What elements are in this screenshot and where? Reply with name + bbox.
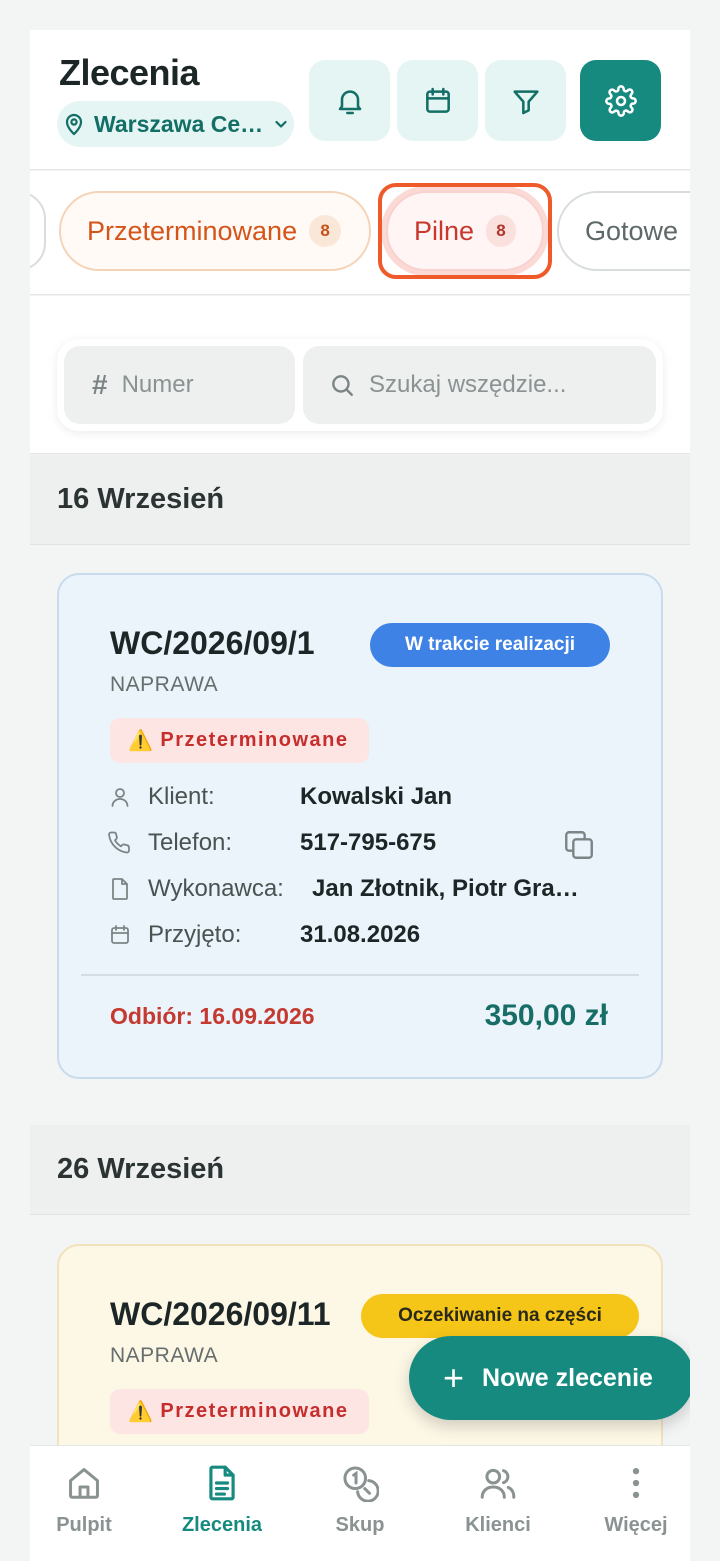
- warning-icon: ⚠️: [128, 1401, 155, 1423]
- client-label: Klient:: [148, 783, 215, 810]
- overdue-badge-label: Przeterminowane: [160, 1400, 349, 1422]
- number-input[interactable]: [121, 371, 272, 399]
- phone-label: Telefon:: [148, 829, 233, 856]
- location-label: Warszawa Ce…: [94, 110, 264, 137]
- nav-item-buyback[interactable]: Skup: [300, 1464, 420, 1537]
- nav-label: Zlecenia: [181, 1514, 263, 1536]
- order-price: 350,00 zł: [484, 999, 608, 1032]
- copy-icon[interactable]: [562, 828, 596, 862]
- settings-button[interactable]: [580, 60, 661, 141]
- received-value: 31.08.2026: [300, 921, 421, 948]
- search-section: #: [30, 296, 690, 454]
- phone-row: Telefon: 517-795-675: [108, 826, 628, 860]
- location-pin-icon: [65, 113, 83, 136]
- notifications-button[interactable]: [309, 60, 390, 141]
- overdue-badge: ⚠️ Przeterminowane: [110, 718, 369, 763]
- tab-overdue-count: 8: [309, 215, 342, 247]
- plus-icon: +: [443, 1357, 465, 1398]
- tab-ready-label: Gotowe: [585, 215, 679, 246]
- card-divider: [81, 974, 639, 976]
- tab-previous[interactable]: [30, 191, 46, 271]
- overdue-badge-label: Przeterminowane: [160, 729, 349, 751]
- nav-item-orders[interactable]: Zlecenia: [162, 1464, 282, 1537]
- nav-item-clients[interactable]: Klienci: [438, 1464, 558, 1537]
- search-bar: #: [57, 339, 663, 431]
- nav-item-dashboard[interactable]: Pulpit: [30, 1464, 144, 1537]
- new-order-label: Nowe zlecenie: [482, 1363, 653, 1392]
- more-vertical-icon: [632, 1467, 640, 1499]
- pickup-date: Odbiór: 16.09.2026: [110, 1003, 315, 1029]
- client-row: Klient: Kowalski Jan: [108, 780, 628, 814]
- tab-ready[interactable]: Gotowe: [557, 191, 690, 271]
- document-icon: [112, 878, 128, 900]
- client-value: Kowalski Jan: [300, 783, 453, 810]
- filter-button[interactable]: [485, 60, 566, 141]
- received-label: Przyjęto:: [148, 921, 242, 948]
- gear-icon: [604, 84, 637, 117]
- search-input[interactable]: [369, 371, 649, 399]
- worker-value: Jan Złotnik, Piotr Grabowski: [312, 875, 582, 902]
- calendar-icon: [111, 925, 129, 944]
- page-title: Zlecenia: [59, 52, 200, 93]
- nav-label: Klienci: [465, 1514, 531, 1536]
- app-screen: Zlecenia Warszawa Ce… Przeterminowane 8 …: [30, 30, 690, 1561]
- phone-value: 517-795-675: [300, 829, 437, 856]
- header: Zlecenia Warszawa Ce…: [30, 30, 690, 170]
- new-order-button[interactable]: + Nowe zlecenie: [409, 1336, 690, 1420]
- received-row: Przyjęto: 31.08.2026: [108, 918, 628, 952]
- search-icon: [332, 375, 353, 396]
- order-card[interactable]: WC/2026/09/1 W trakcie realizacji NAPRAW…: [57, 573, 663, 1079]
- date-header: 16 Wrzesień: [30, 455, 690, 545]
- chevron-down-icon: [275, 120, 287, 128]
- document-icon: [209, 1465, 235, 1501]
- hash-icon: #: [92, 369, 108, 400]
- tab-overdue-label: Przeterminowane: [87, 215, 298, 246]
- bottom-navigation: Pulpit Zlecenia Skup Klienci Więcej: [30, 1445, 690, 1561]
- number-field[interactable]: #: [64, 346, 295, 424]
- tab-overdue[interactable]: Przeterminowane 8: [59, 191, 371, 271]
- order-number: WC/2026/09/11: [110, 1296, 331, 1332]
- users-icon: [480, 1468, 516, 1499]
- user-icon: [111, 788, 129, 807]
- worker-label: Wykonawca:: [148, 875, 284, 902]
- overdue-badge: ⚠️ Przeterminowane: [110, 1389, 369, 1434]
- status-badge: W trakcie realizacji: [370, 623, 610, 667]
- calendar-button[interactable]: [397, 60, 478, 141]
- calendar-icon: [425, 87, 450, 113]
- search-field[interactable]: [303, 346, 656, 424]
- order-type: NAPRAWA: [110, 673, 219, 696]
- nav-item-more[interactable]: Więcej: [576, 1464, 690, 1537]
- order-type: NAPRAWA: [110, 1344, 219, 1367]
- date-header: 26 Wrzesień: [30, 1125, 690, 1215]
- nav-label: Pulpit: [56, 1514, 112, 1536]
- tab-urgent-highlight: [378, 183, 552, 279]
- nav-label: Skup: [335, 1514, 385, 1536]
- filter-icon: [512, 89, 539, 114]
- warning-icon: ⚠️: [128, 730, 155, 752]
- filter-tabs: Przeterminowane 8 Pilne 8 Gotowe: [30, 171, 690, 295]
- nav-label: Więcej: [604, 1514, 668, 1536]
- worker-row: Wykonawca: Jan Złotnik, Piotr Grabowski: [108, 872, 628, 906]
- order-number: WC/2026/09/1: [110, 625, 315, 661]
- home-icon: [69, 1468, 99, 1499]
- coins-icon: [343, 1466, 379, 1502]
- status-badge: Oczekiwanie na części: [361, 1294, 639, 1338]
- phone-icon: [108, 831, 130, 854]
- location-selector[interactable]: Warszawa Ce…: [57, 101, 294, 147]
- bell-icon: [338, 89, 361, 114]
